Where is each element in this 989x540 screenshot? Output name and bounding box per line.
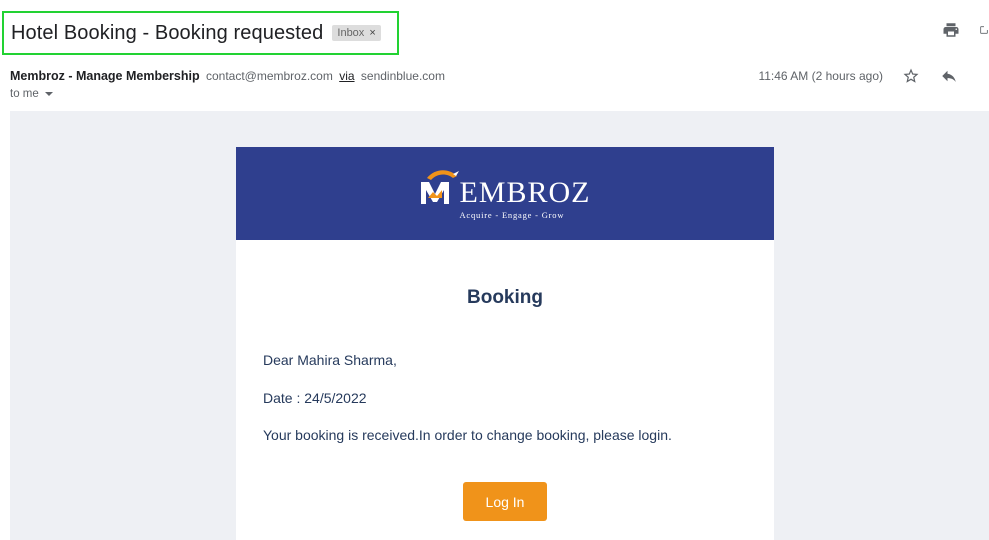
email-card: EMBROZ Acquire - Engage - Grow Booking D… — [236, 147, 774, 540]
recipient-label: to me — [10, 88, 39, 100]
star-icon[interactable] — [901, 66, 921, 86]
top-actions — [941, 20, 989, 40]
greeting-text: Dear Mahira Sharma, — [263, 352, 397, 368]
open-in-new-window-icon[interactable] — [979, 20, 989, 40]
booking-date: Date : 24/5/2022 — [263, 390, 367, 406]
card-heading: Booking — [467, 287, 543, 308]
sender-name[interactable]: Membroz - Manage Membership — [10, 69, 200, 83]
sender-line: Membroz - Manage Membership contact@memb… — [10, 69, 445, 83]
brand-banner: EMBROZ Acquire - Engage - Grow — [236, 147, 774, 240]
inbox-label-chip[interactable]: Inbox × — [332, 25, 381, 41]
logo-tagline: Acquire - Engage - Grow — [459, 209, 565, 220]
remove-label-icon[interactable]: × — [369, 27, 375, 39]
email-subject: Hotel Booking - Booking requested — [11, 21, 324, 44]
subject-highlight: Hotel Booking - Booking requested Inbox … — [2, 11, 399, 55]
logo-wordmark: EMBROZ — [459, 175, 591, 209]
sender-email: contact@membroz.com — [205, 69, 333, 83]
login-button[interactable]: Log In — [463, 482, 547, 521]
booking-message: Your booking is received.In order to cha… — [263, 427, 672, 443]
brand-logo: EMBROZ Acquire - Engage - Grow — [419, 168, 590, 220]
logo-m-mark — [421, 169, 460, 204]
inbox-label-text: Inbox — [337, 27, 365, 39]
email-view: Hotel Booking - Booking requested Inbox … — [0, 0, 989, 540]
via-link[interactable]: via — [339, 69, 354, 83]
recipient-details-toggle[interactable]: to me — [10, 88, 53, 100]
reply-icon[interactable] — [939, 66, 959, 86]
print-icon[interactable] — [941, 20, 961, 40]
chevron-down-icon — [44, 92, 53, 96]
email-body-canvas: EMBROZ Acquire - Engage - Grow Booking D… — [10, 111, 989, 540]
via-domain: sendinblue.com — [360, 69, 445, 83]
message-meta: 11:46 AM (2 hours ago) — [758, 66, 959, 86]
timestamp: 11:46 AM (2 hours ago) — [758, 69, 883, 83]
